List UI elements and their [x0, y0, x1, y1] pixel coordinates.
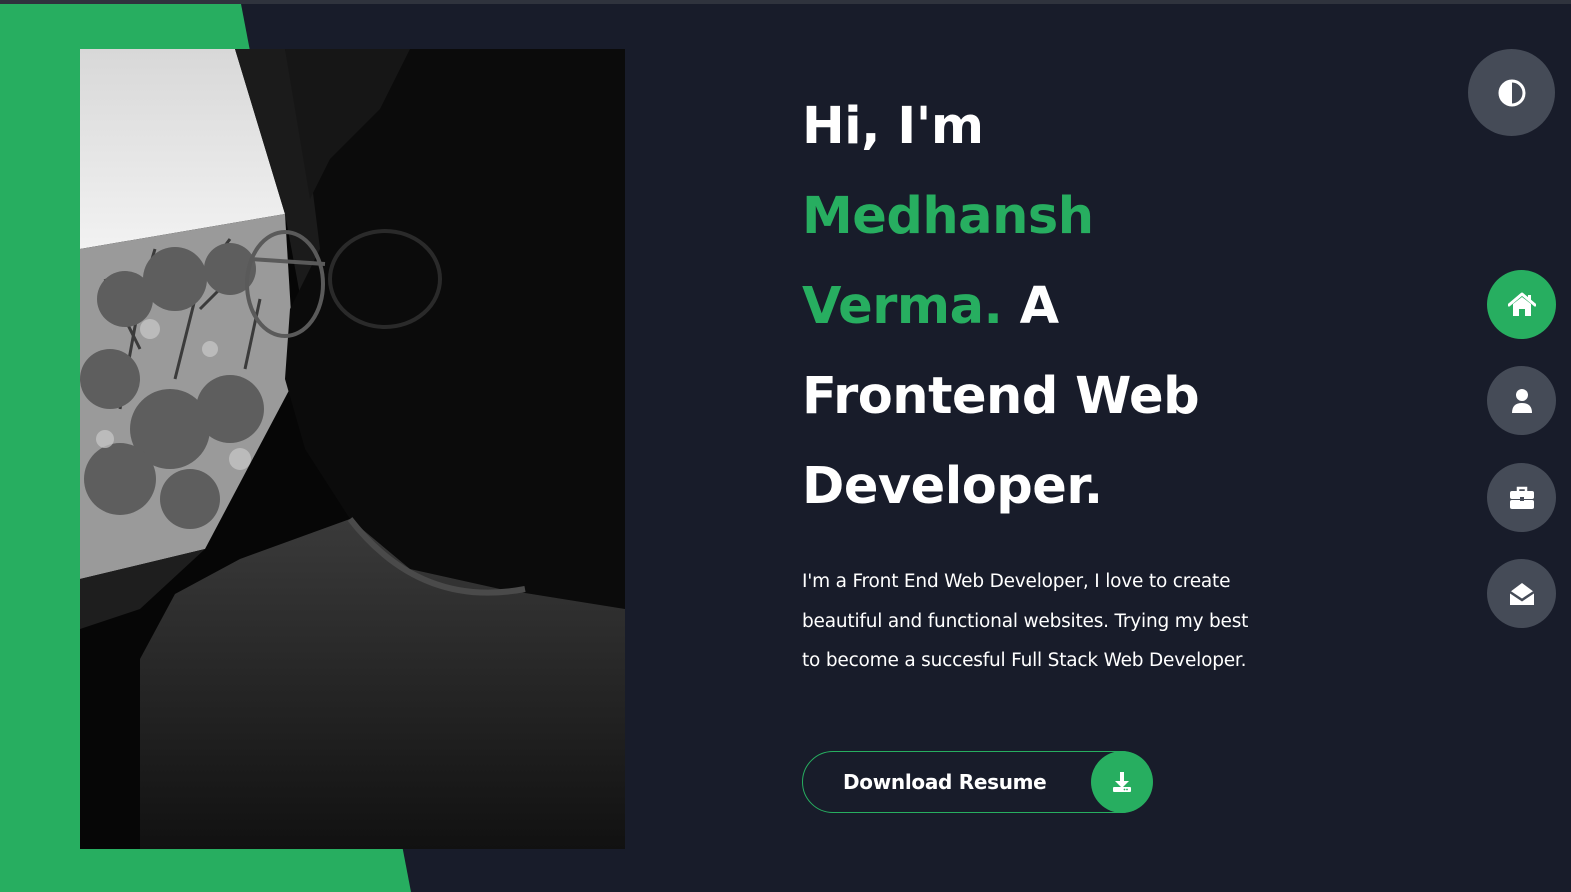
hero-name-first: Medhansh: [802, 187, 1094, 246]
hero-description: I'm a Front End Web Developer, I love to…: [802, 571, 1249, 672]
user-icon: [1511, 388, 1532, 413]
home-icon: [1507, 292, 1536, 316]
hero-role: Frontend Web Developer.: [802, 367, 1200, 516]
window-top-border: [0, 0, 1571, 4]
hero-heading: Hi, I'm Medhansh Verma. A Frontend Web D…: [802, 82, 1362, 532]
envelope-open-icon: [1508, 582, 1535, 605]
nav-about-button[interactable]: [1487, 366, 1556, 435]
profile-photo-image: [80, 49, 625, 849]
hero-role-article: A: [1019, 277, 1059, 336]
half-circle-contrast-icon: [1498, 79, 1525, 106]
download-resume-button[interactable]: Download Resume: [802, 750, 1153, 813]
nav-home-button[interactable]: [1487, 270, 1556, 339]
theme-toggle-button[interactable]: [1468, 49, 1555, 136]
profile-photo: [80, 49, 625, 849]
hero-greeting: Hi, I'm: [802, 97, 984, 156]
nav-portfolio-button[interactable]: [1487, 463, 1556, 532]
nav-contact-button[interactable]: [1487, 559, 1556, 628]
download-resume-label: Download Resume: [843, 770, 1047, 794]
hero-name-last: Verma.: [802, 277, 1003, 336]
download-icon: [1091, 750, 1153, 813]
briefcase-icon: [1509, 486, 1534, 509]
